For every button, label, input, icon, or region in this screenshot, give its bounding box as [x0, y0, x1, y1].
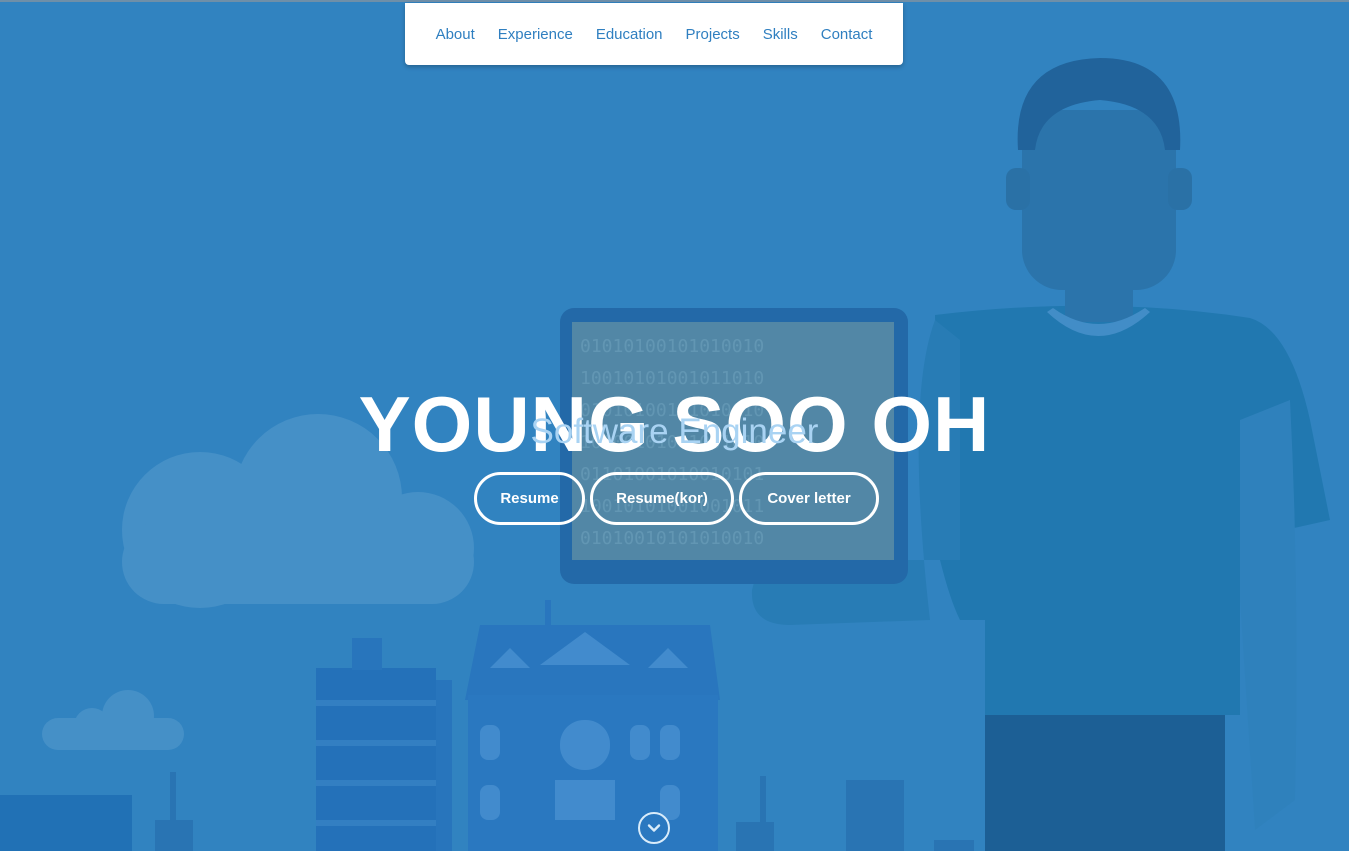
hero-job-title: Software Engineer [530, 412, 819, 451]
chevron-down-icon [647, 824, 661, 832]
hero-button-group: Resume Resume(kor) Cover letter [0, 472, 1349, 525]
nav-about-link[interactable]: About [424, 26, 486, 43]
top-border [0, 0, 1349, 2]
main-navbar: About Experience Education Projects Skil… [405, 3, 903, 65]
nav-skills-link[interactable]: Skills [751, 26, 809, 43]
hero-section: 01010100101010010 10010101001011010 0101… [0, 0, 1349, 851]
nav-contact-link[interactable]: Contact [809, 26, 884, 43]
scroll-down-button[interactable] [638, 812, 670, 844]
resume-button[interactable]: Resume [474, 472, 585, 525]
resume-kor-button[interactable]: Resume(kor) [590, 472, 734, 525]
nav-experience-link[interactable]: Experience [486, 26, 584, 43]
cover-letter-button[interactable]: Cover letter [739, 472, 879, 525]
nav-education-link[interactable]: Education [584, 26, 674, 43]
nav-projects-link[interactable]: Projects [674, 26, 751, 43]
